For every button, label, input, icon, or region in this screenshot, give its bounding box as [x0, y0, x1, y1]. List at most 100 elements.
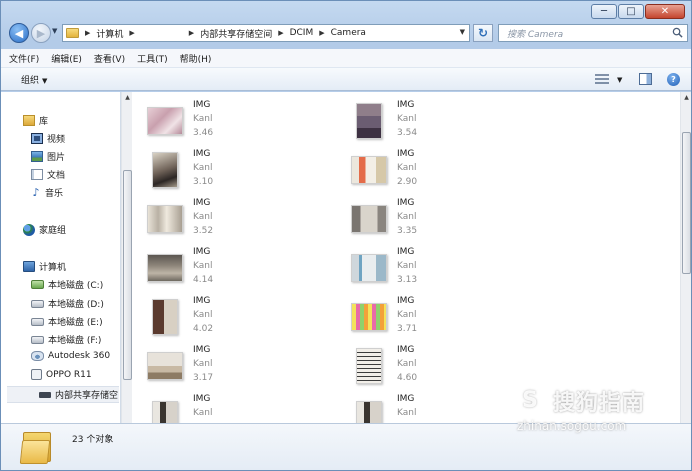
history-dropdown-icon[interactable]: ▼	[52, 27, 57, 35]
menu-file[interactable]: 文件(F)	[9, 52, 39, 65]
scroll-thumb[interactable]	[682, 132, 691, 274]
file-name: IMG	[193, 247, 211, 257]
file-size: 3.71	[397, 324, 418, 334]
sidebar-item-computer[interactable]: 计算机	[23, 260, 66, 273]
breadcrumb-separator-icon[interactable]: ▶	[278, 29, 283, 37]
file-type: Kanl	[193, 163, 213, 173]
sidebar-item-music[interactable]: ♪ 音乐	[31, 186, 63, 199]
file-item[interactable]: IMG Kanl 3.54	[350, 98, 550, 146]
back-button[interactable]: ◀	[9, 23, 29, 43]
photo-thumbnail-icon	[356, 103, 382, 139]
navigation-scrollbar[interactable]: ▲	[121, 92, 132, 423]
sidebar-item-videos[interactable]: 视频	[31, 132, 65, 145]
sidebar-item-oppo[interactable]: OPPO R11	[31, 369, 92, 380]
file-item[interactable]: IMG Kanl 3.35	[350, 196, 550, 244]
file-item[interactable]: IMG Kanl 3.10	[146, 147, 346, 195]
folder-icon	[19, 430, 53, 464]
breadcrumb-computer[interactable]: 计算机	[96, 27, 123, 40]
breadcrumb-separator-icon[interactable]: ▶	[129, 29, 134, 37]
file-item[interactable]: IMG Kanl 4.14	[146, 245, 346, 293]
file-size: 4.14	[193, 275, 214, 285]
organize-button[interactable]: 组织 ▼	[21, 73, 47, 86]
breadcrumb-shared-storage[interactable]: 内部共享存储空间	[200, 27, 272, 40]
file-item[interactable]: IMG Kanl 3.17	[146, 343, 346, 391]
network-drive-icon	[31, 351, 44, 361]
menu-tools[interactable]: 工具(T)	[137, 52, 168, 65]
hard-drive-icon	[31, 317, 44, 326]
file-name: IMG	[397, 100, 415, 110]
file-type: Kanl	[397, 261, 417, 271]
menu-view[interactable]: 查看(V)	[94, 52, 125, 65]
sidebar-item-shared-storage[interactable]: 内部共享存储空	[7, 386, 119, 403]
menu-edit[interactable]: 编辑(E)	[51, 52, 82, 65]
breadcrumb-camera[interactable]: Camera	[331, 28, 366, 38]
photo-thumbnail-icon	[152, 152, 178, 188]
file-thumbnail	[146, 200, 184, 238]
change-view-button[interactable]: ▼	[595, 74, 622, 85]
search-input[interactable]: 搜索 Camera	[498, 24, 688, 42]
minimize-button[interactable]: ─	[591, 4, 617, 19]
file-size: 4.60	[397, 373, 418, 383]
breadcrumb-separator-icon[interactable]: ▶	[189, 29, 194, 37]
address-bar[interactable]: ▶ 计算机 ▶ ▶ 内部共享存储空间 ▶ DCIM ▶ Camera ▼	[62, 24, 470, 42]
breadcrumb-separator-icon[interactable]: ▶	[319, 29, 324, 37]
file-name: IMG	[193, 345, 211, 355]
forward-button[interactable]: ▶	[31, 23, 51, 43]
breadcrumb-separator-icon[interactable]: ▶	[85, 29, 90, 37]
explorer-window: ─ □ ✕ ◀ ▶ ▼ ▶ 计算机 ▶ ▶ 内部共享存储空间 ▶ DCIM ▶ …	[0, 0, 692, 471]
sidebar-item-homegroup[interactable]: 家庭组	[23, 223, 66, 236]
homegroup-icon	[23, 223, 35, 236]
sidebar-item-library[interactable]: 库	[23, 114, 48, 127]
search-icon[interactable]	[672, 27, 683, 38]
sidebar-item-drive-e[interactable]: 本地磁盘 (E:)	[31, 315, 103, 328]
scroll-up-icon[interactable]: ▲	[681, 94, 691, 101]
file-item[interactable]: IMG Kanl 3.71	[350, 294, 550, 342]
file-thumbnail	[350, 102, 388, 140]
file-thumbnail	[350, 347, 388, 385]
sidebar-item-documents[interactable]: 文档	[31, 168, 65, 181]
sidebar-item-pictures[interactable]: 图片	[31, 150, 65, 163]
file-type: Kanl	[193, 359, 213, 369]
file-type: Kanl	[193, 310, 213, 320]
file-item[interactable]: IMG Kanl 4.60	[350, 343, 550, 391]
help-button[interactable]: ?	[667, 73, 680, 86]
picture-icon	[31, 151, 43, 162]
navigation-pane: 库 视频 图片 文档 ♪ 音乐 家庭组 计算机 本地磁盘 (C:) 本地磁盘 (…	[1, 92, 121, 423]
scroll-thumb[interactable]	[123, 170, 132, 380]
sidebar-item-autodesk[interactable]: Autodesk 360	[31, 351, 110, 361]
file-item[interactable]: IMG Kanl	[350, 392, 550, 423]
refresh-button[interactable]: ↻	[473, 24, 493, 42]
breadcrumb-dcim[interactable]: DCIM	[290, 28, 314, 38]
file-item[interactable]: IMG Kanl 3.52	[146, 196, 346, 244]
file-item[interactable]: IMG Kanl 2.90	[350, 147, 550, 195]
file-type: Kanl	[397, 212, 417, 222]
file-name: IMG	[193, 296, 211, 306]
file-thumbnail	[350, 298, 388, 336]
sidebar-item-label: Autodesk 360	[48, 351, 111, 361]
address-dropdown-icon[interactable]: ▼	[460, 28, 465, 36]
sidebar-item-drive-f[interactable]: 本地磁盘 (F:)	[31, 333, 101, 346]
sidebar-item-label: 计算机	[39, 263, 67, 273]
sidebar-item-label: 本地磁盘 (D:)	[48, 300, 104, 310]
file-item[interactable]: IMG Kanl	[146, 392, 346, 423]
photo-thumbnail-icon	[147, 205, 183, 233]
maximize-button[interactable]: □	[618, 4, 644, 19]
file-size: 2.90	[397, 177, 418, 187]
computer-icon	[23, 261, 35, 272]
sidebar-item-drive-c[interactable]: 本地磁盘 (C:)	[31, 278, 103, 291]
preview-pane-button[interactable]	[639, 73, 652, 85]
item-count: 23 个对象	[72, 435, 114, 445]
file-item[interactable]: IMG Kanl 3.13	[350, 245, 550, 293]
search-placeholder: 搜索 Camera	[507, 29, 564, 40]
sidebar-item-drive-d[interactable]: 本地磁盘 (D:)	[31, 297, 104, 310]
folder-icon	[66, 28, 79, 38]
video-icon	[31, 133, 43, 144]
photo-thumbnail-icon	[351, 205, 387, 233]
file-name: IMG	[397, 394, 415, 404]
menu-help[interactable]: 帮助(H)	[180, 52, 212, 65]
close-button[interactable]: ✕	[645, 4, 685, 19]
file-item[interactable]: IMG Kanl 4.02	[146, 294, 346, 342]
file-item[interactable]: IMG Kanl 3.46	[146, 98, 346, 146]
file-type: Kanl	[193, 261, 213, 271]
file-list-scrollbar[interactable]: ▲	[680, 92, 691, 423]
